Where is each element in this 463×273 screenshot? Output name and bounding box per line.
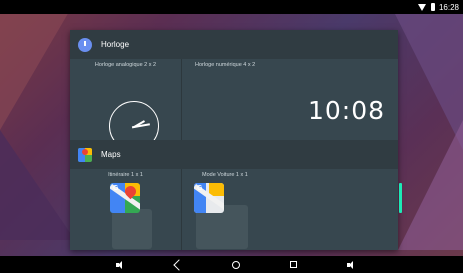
volume-up-icon[interactable] [342,256,358,273]
status-time: 16:28 [438,2,459,12]
section-title: Maps [101,150,121,159]
directions-icon: G [110,183,140,213]
scrollbar-handle[interactable] [399,183,402,213]
widget-preview-shadow [112,209,152,249]
home-icon[interactable] [228,256,244,273]
maps-widgets-row: Itinéraire 1 x 1 G Mode Voiture 1 x 1 G [70,169,398,250]
home-screen: 16:28 Horloge Horloge analogique 2 x 2 H… [0,0,463,273]
section-title: Horloge [101,40,130,49]
volume-down-icon[interactable] [111,256,127,273]
widget-label: Horloge analogique 2 x 2 [94,62,157,68]
wallpaper-shape [398,120,463,250]
section-header-maps[interactable]: Maps [70,140,398,169]
directions-widget[interactable]: Itinéraire 1 x 1 G [70,169,182,250]
minute-hand [131,123,150,128]
widget-label: Mode Voiture 1 x 1 [202,172,248,178]
widget-label: Horloge numérique 4 x 2 [195,62,256,68]
driving-mode-widget[interactable]: Mode Voiture 1 x 1 G [182,169,398,250]
battery-icon [430,3,435,11]
maps-app-icon [78,147,92,162]
clock-app-icon [78,37,92,52]
wallpaper-shape [0,10,70,130]
section-header-clock[interactable]: Horloge [70,30,398,59]
recents-icon[interactable] [285,256,301,273]
wallpaper-shape [0,130,75,240]
driving-mode-icon: G [194,183,224,213]
wifi-icon [417,3,427,11]
widget-picker-panel: Horloge Horloge analogique 2 x 2 Horloge… [70,30,398,250]
widget-label: Itinéraire 1 x 1 [108,172,143,178]
back-icon[interactable] [171,256,187,273]
status-bar: 16:28 [0,0,463,14]
navigation-bar [0,256,463,273]
digital-clock-time: 10:08 [308,96,386,125]
